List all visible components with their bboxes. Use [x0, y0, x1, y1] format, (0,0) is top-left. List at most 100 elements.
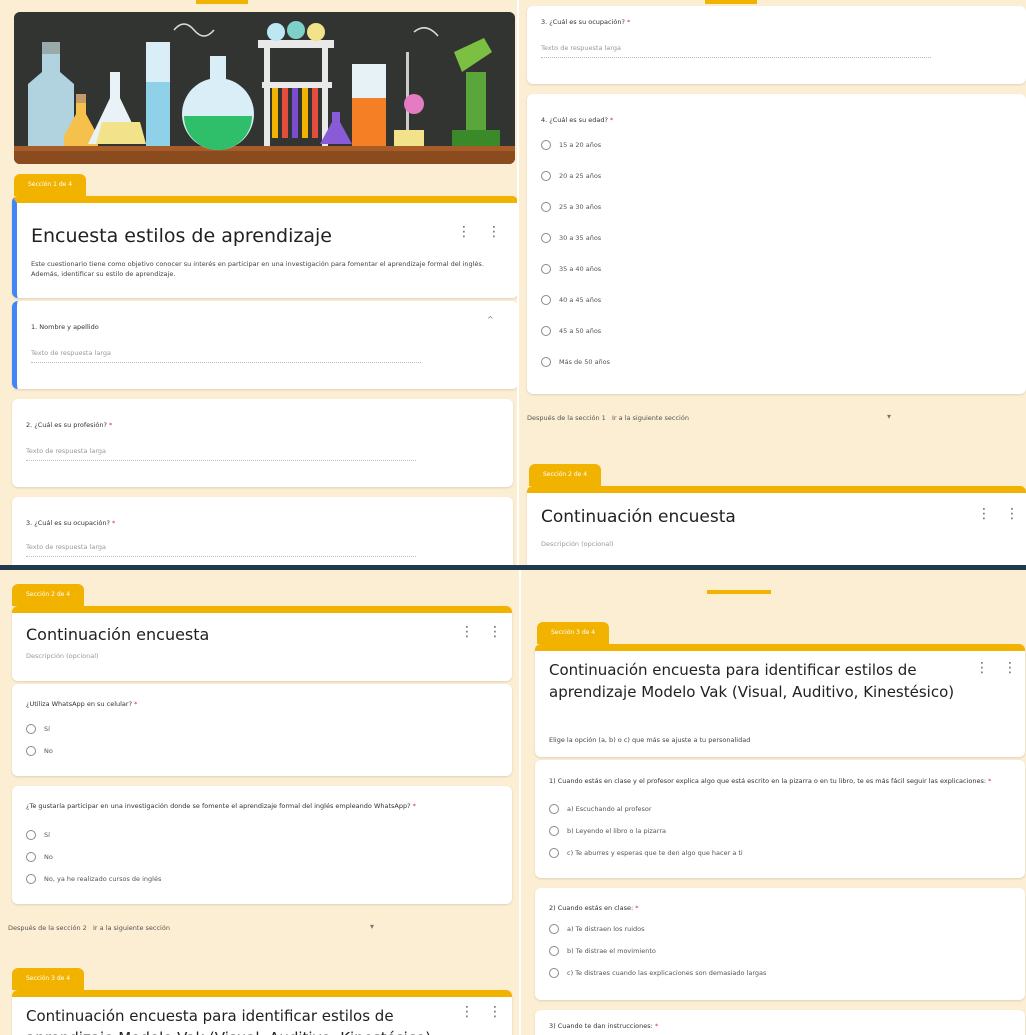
question-card-class-explanation[interactable]: 1) Cuando estás en clase y el profesor e…: [535, 760, 1025, 878]
radio-option[interactable]: Más de 50 años: [541, 357, 610, 367]
form-header-card[interactable]: Encuesta estilos de aprendizaje Este cue…: [12, 196, 517, 298]
section-header-card[interactable]: Continuación encuesta Descripción (opcio…: [527, 486, 1026, 565]
section-tab[interactable]: Sección 2 de 4: [12, 584, 85, 606]
radio-option[interactable]: a) Te distraen los ruidos: [549, 924, 645, 934]
radio-button-icon[interactable]: [26, 852, 36, 862]
question-label: 1) Cuando estás en clase y el profesor e…: [549, 777, 992, 785]
radio-button-icon[interactable]: [541, 171, 551, 181]
drag-handle-icon[interactable]: ⋮: [977, 507, 991, 521]
radio-button-icon[interactable]: [26, 746, 36, 756]
question-card-occupation[interactable]: 3. ¿Cuál es su ocupación? * Texto de res…: [527, 6, 1026, 84]
radio-button-icon[interactable]: [26, 874, 36, 884]
radio-option[interactable]: No, ya he realizado cursos de inglés: [26, 874, 161, 884]
header-banner-image: [14, 12, 515, 164]
section-description[interactable]: Descripción (opcional): [541, 539, 614, 549]
question-card-age[interactable]: 4. ¿Cuál es su edad? * 15 a 20 años 20 a …: [527, 94, 1026, 394]
form-editor-panel-top-right: 3. ¿Cuál es su ocupación? * Texto de res…: [519, 0, 1026, 565]
radio-button-icon[interactable]: [541, 295, 551, 305]
section-title[interactable]: Continuación encuesta: [541, 507, 736, 527]
question-card-whatsapp[interactable]: ¿Utiliza WhatsApp en su celular? * Sí No: [12, 684, 512, 776]
radio-button-icon[interactable]: [549, 924, 559, 934]
section-header-card[interactable]: Continuación encuesta para identificar e…: [12, 990, 512, 1035]
radio-button-icon[interactable]: [541, 264, 551, 274]
chemistry-lab-illustration: [14, 12, 515, 164]
radio-option[interactable]: 30 a 35 años: [541, 233, 601, 243]
radio-button-icon[interactable]: [541, 357, 551, 367]
radio-option[interactable]: 40 a 45 años: [541, 295, 601, 305]
section-title[interactable]: Continuación encuesta para identificar e…: [549, 659, 969, 703]
question-card-instructions[interactable]: 3) Cuando te dan instrucciones: *: [535, 1010, 1025, 1035]
radio-option[interactable]: 20 a 25 años: [541, 171, 601, 181]
radio-button-icon[interactable]: [541, 140, 551, 150]
long-answer-placeholder: Texto de respuesta larga: [26, 543, 416, 557]
after-section-select[interactable]: Ir a la siguiente sección: [93, 924, 170, 932]
drag-handle-icon[interactable]: ⋮: [460, 1005, 474, 1019]
radio-option-label: c) Te distraes cuando las explicaciones …: [567, 969, 767, 977]
section-title[interactable]: Continuación encuesta para identificar e…: [26, 1005, 446, 1035]
dropdown-arrow-icon[interactable]: ▾: [887, 412, 891, 421]
question-card-occupation[interactable]: 3. ¿Cuál es su ocupación? * Texto de res…: [12, 497, 513, 565]
radio-option-label: 15 a 20 años: [559, 141, 602, 149]
long-answer-placeholder: Texto de respuesta larga: [31, 349, 421, 363]
radio-option-label: Sí: [44, 725, 50, 733]
question-label: 4. ¿Cuál es su edad? *: [541, 116, 614, 124]
form-description[interactable]: Este cuestionario tiene como objetivo co…: [31, 259, 501, 279]
radio-button-icon[interactable]: [541, 202, 551, 212]
radio-option[interactable]: No: [26, 746, 53, 756]
radio-option-label: No: [44, 747, 53, 755]
radio-option[interactable]: Sí: [26, 830, 50, 840]
radio-button-icon[interactable]: [549, 848, 559, 858]
radio-button-icon[interactable]: [26, 830, 36, 840]
section-description[interactable]: Descripción (opcional): [26, 651, 99, 661]
question-card-distractions[interactable]: 2) Cuando estás en clase: * a) Te distra…: [535, 888, 1025, 1000]
radio-option-label: 45 a 50 años: [559, 327, 602, 335]
section-header-card[interactable]: Continuación encuesta Descripción (opcio…: [12, 606, 512, 681]
drag-handle-icon[interactable]: ⋮: [975, 661, 989, 675]
question-card-participate[interactable]: ¿Te gustaría participar en una investiga…: [12, 786, 512, 904]
radio-option[interactable]: No: [26, 852, 53, 862]
radio-option[interactable]: c) Te aburres y esperas que te den algo …: [549, 848, 743, 858]
radio-option[interactable]: a) Escuchando al profesor: [549, 804, 652, 814]
radio-button-icon[interactable]: [541, 233, 551, 243]
chevron-up-icon[interactable]: ^: [487, 315, 494, 324]
section-tab[interactable]: Sección 1 de 4: [14, 174, 87, 196]
question-card-name[interactable]: 1. Nombre y apellido Texto de respuesta …: [12, 301, 517, 389]
form-title[interactable]: Encuesta estilos de aprendizaje: [31, 225, 332, 247]
dropdown-arrow-icon[interactable]: ▾: [370, 922, 374, 931]
radio-option[interactable]: 15 a 20 años: [541, 140, 601, 150]
more-options-icon[interactable]: ⋮: [1003, 661, 1017, 675]
radio-option[interactable]: 45 a 50 años: [541, 326, 601, 336]
radio-option[interactable]: 25 a 30 años: [541, 202, 601, 212]
radio-option[interactable]: b) Leyendo el libro o la pizarra: [549, 826, 666, 836]
radio-button-icon[interactable]: [26, 724, 36, 734]
section-tab[interactable]: Sección 3 de 4: [12, 968, 85, 990]
question-card-profession[interactable]: 2. ¿Cuál es su profesión? * Texto de res…: [12, 399, 513, 487]
after-section-select[interactable]: Ir a la siguiente sección: [612, 414, 689, 422]
radio-option[interactable]: b) Te distrae el movimiento: [549, 946, 656, 956]
section-header-card[interactable]: Continuación encuesta para identificar e…: [535, 644, 1025, 757]
radio-option[interactable]: 35 a 40 años: [541, 264, 601, 274]
radio-button-icon[interactable]: [541, 326, 551, 336]
question-label: 3) Cuando te dan instrucciones: *: [549, 1022, 659, 1030]
radio-option[interactable]: Sí: [26, 724, 50, 734]
question-label: 3. ¿Cuál es su ocupación? *: [26, 519, 116, 527]
radio-button-icon[interactable]: [549, 826, 559, 836]
radio-button-icon[interactable]: [549, 968, 559, 978]
drag-handle-icon[interactable]: ⋮: [457, 225, 471, 239]
radio-option-label: a) Te distraen los ruidos: [567, 925, 645, 933]
question-label: ¿Utiliza WhatsApp en su celular? *: [26, 700, 138, 708]
more-options-icon[interactable]: ⋮: [488, 625, 502, 639]
radio-option[interactable]: c) Te distraes cuando las explicaciones …: [549, 968, 766, 978]
section-tab[interactable]: Sección 2 de 4: [529, 464, 602, 486]
section-title[interactable]: Continuación encuesta: [26, 625, 209, 644]
radio-button-icon[interactable]: [549, 804, 559, 814]
form-editor-panel-bottom-left: Sección 2 de 4 Continuación encuesta Des…: [0, 570, 519, 1035]
long-answer-placeholder: Texto de respuesta larga: [541, 44, 931, 58]
drag-handle-icon[interactable]: ⋮: [460, 625, 474, 639]
more-options-icon[interactable]: ⋮: [1005, 507, 1019, 521]
section-description[interactable]: Elige la opción (a, b) o c) que más se a…: [549, 735, 750, 745]
more-options-icon[interactable]: ⋮: [487, 225, 501, 239]
section-tab[interactable]: Sección 3 de 4: [537, 622, 610, 644]
radio-button-icon[interactable]: [549, 946, 559, 956]
more-options-icon[interactable]: ⋮: [488, 1005, 502, 1019]
